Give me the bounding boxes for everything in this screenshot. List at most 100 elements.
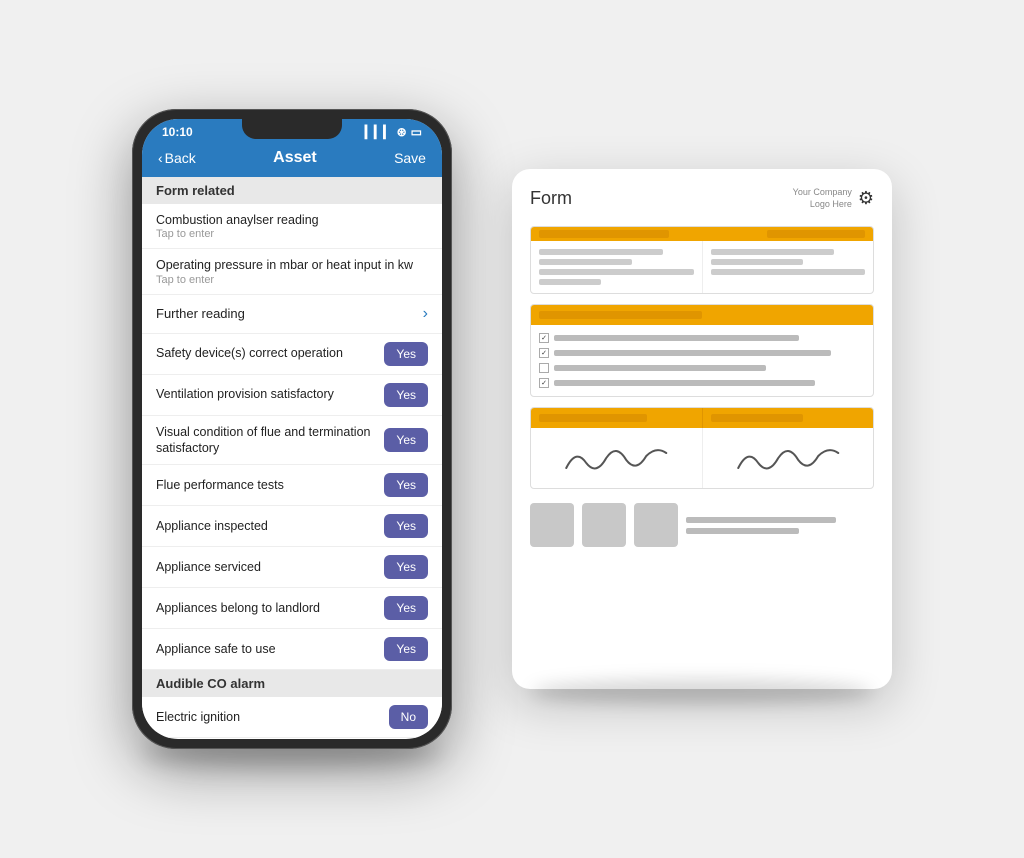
section-header-form-related: Form related xyxy=(142,177,442,204)
checkbox-label-1 xyxy=(554,335,799,341)
bottom-line-1 xyxy=(686,517,836,523)
signature-left-svg xyxy=(543,438,690,478)
electric-ignition-label: Electric ignition xyxy=(156,709,389,725)
wifi-icon: ⊛ xyxy=(397,125,407,139)
form-block-2-body xyxy=(531,325,873,396)
tablet-shadow xyxy=(532,679,872,704)
section-header-audible-co: Audible CO alarm xyxy=(142,670,442,697)
row-appliances-landlord: Appliances belong to landlord Yes xyxy=(142,588,442,629)
line-4 xyxy=(539,279,601,285)
line-1 xyxy=(539,249,663,255)
operating-pressure-label: Operating pressure in mbar or heat input… xyxy=(156,257,421,273)
form-title: Form xyxy=(530,188,572,209)
form-block-3-body xyxy=(531,428,873,488)
flue-performance-label: Flue performance tests xyxy=(156,477,384,493)
safety-devices-label: Safety device(s) correct operation xyxy=(156,345,384,361)
tablet-mockup: Form Your Company Logo Here ⚙ xyxy=(512,169,892,689)
checkbox-label-2 xyxy=(554,350,831,356)
checkbox-row-2 xyxy=(539,348,865,358)
form-block-2 xyxy=(530,304,874,397)
chevron-right-icon: › xyxy=(423,305,428,323)
form-header: Form Your Company Logo Here ⚙ xyxy=(530,187,874,210)
flue-performance-yes-btn[interactable]: Yes xyxy=(384,473,428,497)
row-appliance-inspected: Appliance inspected Yes xyxy=(142,506,442,547)
company-logo-text-block: Your Company Logo Here xyxy=(793,187,852,210)
form-block-2-header xyxy=(531,305,873,325)
line-6 xyxy=(711,259,804,265)
nav-title: Asset xyxy=(273,149,317,167)
line-7 xyxy=(711,269,866,275)
phone-outer: 10:10 ▎▎▎ ⊛ ▭ ‹ Back Asset Save xyxy=(132,109,452,749)
form-block-3 xyxy=(530,407,874,489)
company-logo-area: Your Company Logo Here ⚙ xyxy=(793,187,874,210)
phone-mockup: 10:10 ▎▎▎ ⊛ ▭ ‹ Back Asset Save xyxy=(132,109,452,749)
row-ventilation: Ventilation provision satisfactory Yes xyxy=(142,375,442,416)
form-bottom xyxy=(530,499,874,547)
status-right: ▎▎▎ ⊛ ▭ xyxy=(365,125,422,139)
form-block-col-left xyxy=(531,241,702,293)
back-button[interactable]: ‹ Back xyxy=(158,150,196,166)
row-further-reading[interactable]: Further reading › xyxy=(142,295,442,334)
checkbox-2[interactable] xyxy=(539,348,549,358)
row-safety-devices: Safety device(s) correct operation Yes xyxy=(142,334,442,375)
form-block-3-header-right xyxy=(702,408,874,428)
row-combustion[interactable]: Combustion anaylser reading Tap to enter xyxy=(142,204,442,249)
ventilation-yes-btn[interactable]: Yes xyxy=(384,383,428,407)
appliance-inspected-yes-btn[interactable]: Yes xyxy=(384,514,428,538)
appliance-safe-yes-btn[interactable]: Yes xyxy=(384,637,428,661)
status-time: 10:10 xyxy=(162,125,193,139)
header-bar-left xyxy=(539,230,669,238)
scene: 10:10 ▎▎▎ ⊛ ▭ ‹ Back Asset Save xyxy=(0,0,1024,858)
phone-inner: 10:10 ▎▎▎ ⊛ ▭ ‹ Back Asset Save xyxy=(142,119,442,739)
row-visual-condition: Visual condition of flue and termination… xyxy=(142,416,442,466)
form-block-1-header xyxy=(531,227,873,241)
safety-devices-yes-btn[interactable]: Yes xyxy=(384,342,428,366)
appliance-serviced-label: Appliance serviced xyxy=(156,559,384,575)
signature-col-left xyxy=(531,428,702,488)
thumbnail-2 xyxy=(582,503,626,547)
appliance-serviced-yes-btn[interactable]: Yes xyxy=(384,555,428,579)
appliance-inspected-label: Appliance inspected xyxy=(156,518,384,534)
phone-content: Form related Combustion anaylser reading… xyxy=(142,177,442,739)
signature-col-right xyxy=(702,428,874,488)
bottom-line-2 xyxy=(686,528,799,534)
form-block-2-header-line xyxy=(539,311,702,319)
checkbox-row-4 xyxy=(539,378,865,388)
visual-condition-label: Visual condition of flue and termination… xyxy=(156,424,384,457)
row-operating-pressure[interactable]: Operating pressure in mbar or heat input… xyxy=(142,249,442,294)
thumbnail-3 xyxy=(634,503,678,547)
form-block-3-header-left xyxy=(531,408,702,428)
battery-icon: ▭ xyxy=(411,125,422,139)
combustion-sub: Tap to enter xyxy=(156,228,327,240)
appliances-landlord-yes-btn[interactable]: Yes xyxy=(384,596,428,620)
nav-bar: ‹ Back Asset Save xyxy=(142,143,442,177)
combustion-label: Combustion anaylser reading xyxy=(156,212,327,228)
form-block-3-header xyxy=(531,408,873,428)
row-appliance-safe: Appliance safe to use Yes xyxy=(142,629,442,670)
form-block-1 xyxy=(530,226,874,294)
checkbox-4[interactable] xyxy=(539,378,549,388)
save-button[interactable]: Save xyxy=(394,150,426,166)
form-document: Form Your Company Logo Here ⚙ xyxy=(512,169,892,689)
signal-icon: ▎▎▎ xyxy=(365,125,393,139)
chevron-left-icon: ‹ xyxy=(158,150,163,166)
visual-condition-yes-btn[interactable]: Yes xyxy=(384,428,428,452)
wrench-icon: ⚙ xyxy=(858,188,874,209)
appliance-safe-label: Appliance safe to use xyxy=(156,641,384,657)
checkbox-1[interactable] xyxy=(539,333,549,343)
header-bar-right xyxy=(767,230,865,238)
checkbox-label-4 xyxy=(554,380,815,386)
checkbox-row-1 xyxy=(539,333,865,343)
tablet-outer: Form Your Company Logo Here ⚙ xyxy=(512,169,892,689)
company-line2: Logo Here xyxy=(793,199,852,211)
line-2 xyxy=(539,259,632,265)
ventilation-label: Ventilation provision satisfactory xyxy=(156,386,384,402)
thumbnail-1 xyxy=(530,503,574,547)
company-line1: Your Company xyxy=(793,187,852,199)
form-block-1-body xyxy=(531,241,873,293)
further-reading-label: Further reading xyxy=(156,306,245,321)
signature-right-svg xyxy=(715,438,862,478)
checkbox-3[interactable] xyxy=(539,363,549,373)
appliances-landlord-label: Appliances belong to landlord xyxy=(156,600,384,616)
electric-ignition-no-btn[interactable]: No xyxy=(389,705,428,729)
